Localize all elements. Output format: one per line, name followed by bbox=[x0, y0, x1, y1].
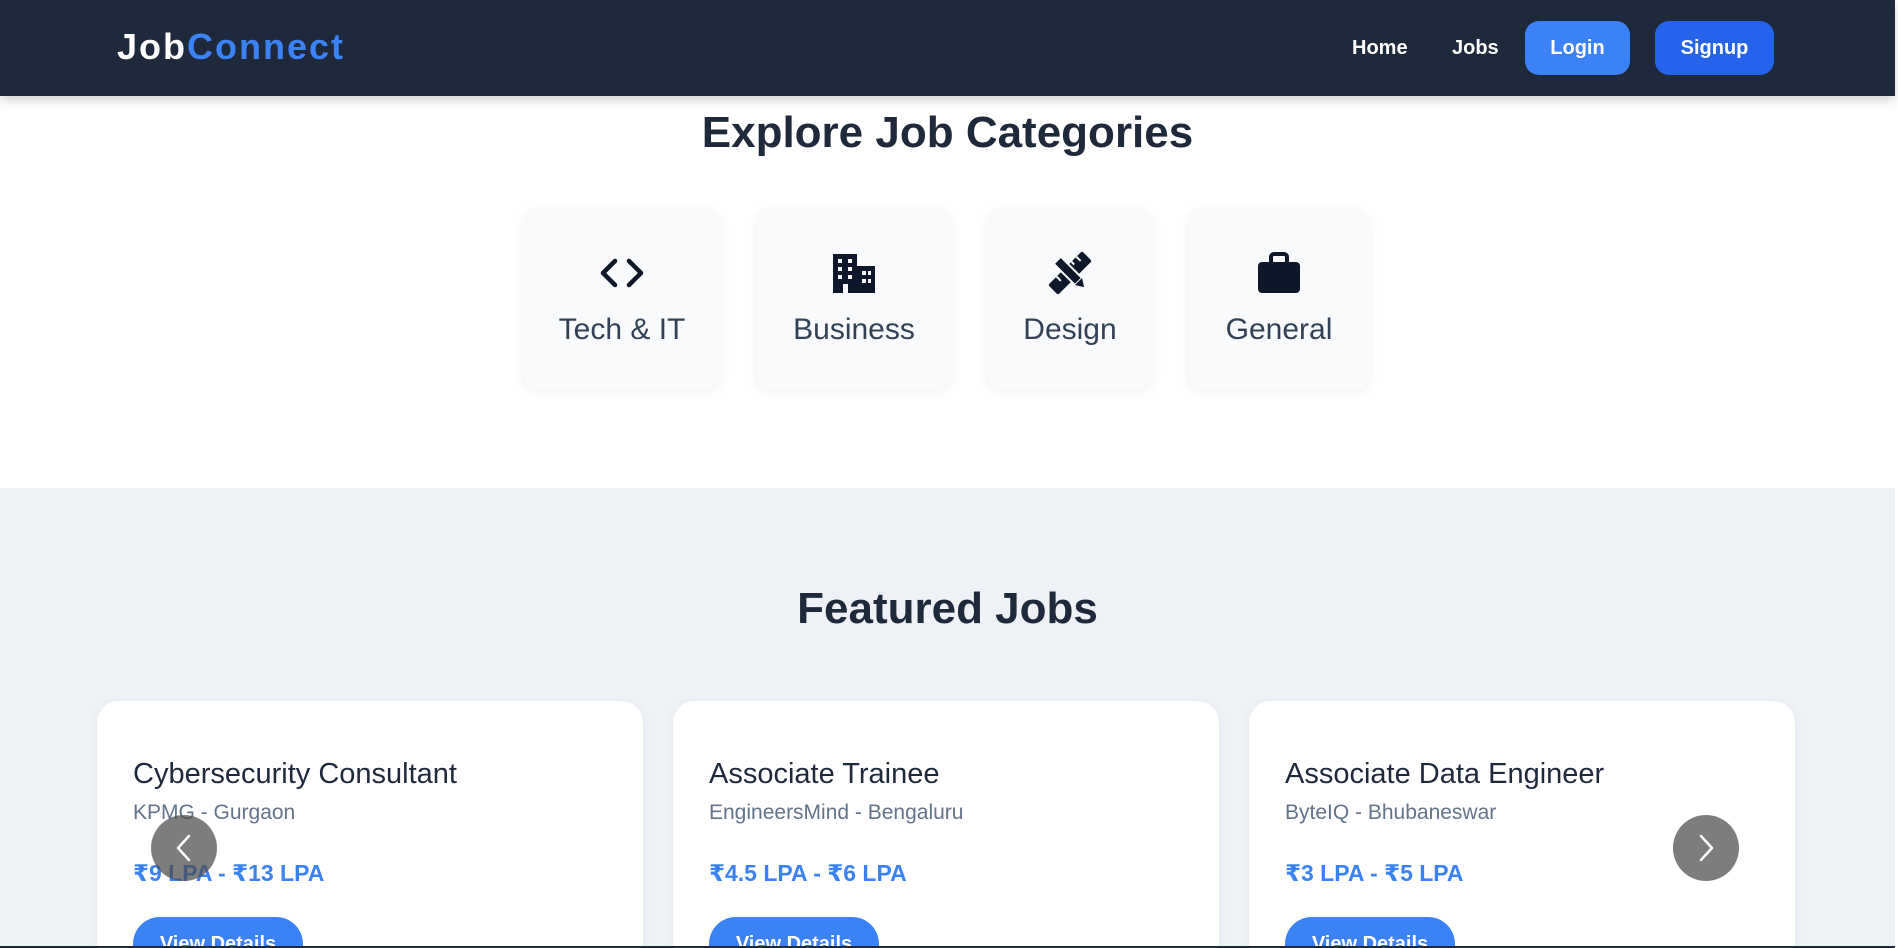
nav-link-jobs[interactable]: Jobs bbox=[1452, 36, 1499, 60]
login-button[interactable]: Login bbox=[1525, 21, 1630, 75]
chevron-right-icon bbox=[1699, 834, 1714, 862]
navbar: JobConnect Home Jobs Login Signup bbox=[0, 0, 1895, 96]
signup-button[interactable]: Signup bbox=[1655, 21, 1774, 75]
category-card-business[interactable]: Business bbox=[756, 208, 952, 390]
job-salary: ₹4.5 LPA - ₹6 LPA bbox=[709, 860, 907, 886]
job-title: Cybersecurity Consultant bbox=[133, 758, 457, 790]
carousel-prev-button[interactable] bbox=[151, 815, 217, 881]
view-details-button[interactable]: View Details bbox=[709, 917, 879, 948]
job-salary: ₹3 LPA - ₹5 LPA bbox=[1285, 860, 1464, 886]
category-label: Business bbox=[793, 313, 915, 346]
category-card-design[interactable]: Design bbox=[987, 208, 1153, 390]
briefcase-icon bbox=[1188, 250, 1370, 296]
category-card-general[interactable]: General bbox=[1188, 208, 1370, 390]
chevron-left-icon bbox=[176, 834, 191, 862]
nav-link-home[interactable]: Home bbox=[1352, 36, 1408, 60]
category-card-tech[interactable]: Tech & IT bbox=[523, 208, 721, 390]
job-card: Associate Trainee EngineersMind - Bengal… bbox=[673, 701, 1219, 948]
building-icon bbox=[756, 250, 952, 296]
view-details-button[interactable]: View Details bbox=[1285, 917, 1455, 948]
featured-title: Featured Jobs bbox=[797, 584, 1098, 633]
logo[interactable]: JobConnect bbox=[117, 27, 345, 67]
logo-text-connect: Connect bbox=[187, 26, 346, 67]
job-company-location: EngineersMind - Bengaluru bbox=[709, 801, 964, 824]
job-company-location: ByteIQ - Bhubaneswar bbox=[1285, 801, 1497, 824]
category-label: Tech & IT bbox=[558, 313, 686, 346]
logo-text-job: Job bbox=[117, 26, 188, 67]
carousel-next-button[interactable] bbox=[1673, 815, 1739, 881]
page: JobConnect Home Jobs Login Signup Explor… bbox=[0, 0, 1898, 948]
category-label: Design bbox=[1023, 313, 1117, 346]
job-company-location: KPMG - Gurgaon bbox=[133, 801, 296, 824]
job-title: Associate Data Engineer bbox=[1285, 758, 1605, 790]
view-details-button[interactable]: View Details bbox=[133, 917, 303, 948]
job-title: Associate Trainee bbox=[709, 758, 940, 790]
code-icon bbox=[523, 250, 721, 296]
pencil-ruler-icon bbox=[987, 250, 1153, 296]
category-label: General bbox=[1225, 313, 1333, 346]
featured-jobs-section: Featured Jobs Cybersecurity Consultant K… bbox=[0, 488, 1895, 948]
categories-title: Explore Job Categories bbox=[701, 108, 1194, 157]
